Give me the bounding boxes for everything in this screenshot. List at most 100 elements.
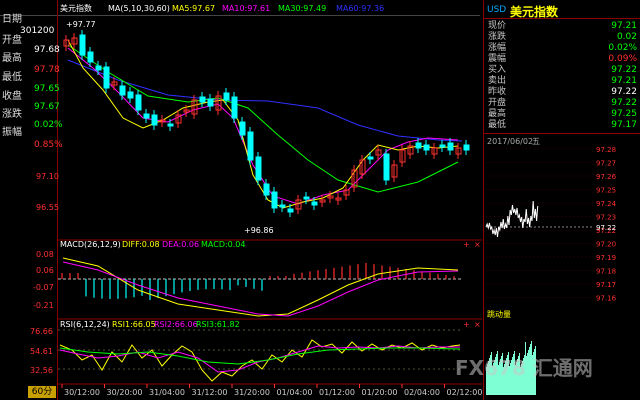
candle-body: [279, 204, 286, 208]
macd-diff-line: [62, 257, 459, 317]
x-tick-label: 31/04:00: [149, 388, 185, 397]
divider: [484, 133, 640, 134]
quote-label: 开盘: [488, 98, 507, 108]
candle-body: [423, 144, 430, 151]
quote-label: 最高: [488, 109, 507, 119]
macd-ytick: 0.06: [36, 266, 54, 275]
macd-dea: DEA:0.06: [162, 240, 199, 249]
quote-value: 97.17: [611, 120, 637, 130]
quote-label: 涨跌: [488, 32, 507, 42]
x-tick-label: 31/12:00: [192, 388, 228, 397]
open-label: 开盘: [2, 35, 22, 46]
high-label: 最高: [2, 53, 22, 64]
candlesticks: [63, 30, 470, 217]
intraday-ytick: 97.20: [596, 241, 616, 249]
price-ytick: 96.55: [36, 203, 59, 212]
candle-body: [239, 121, 246, 136]
low-marker: +96.86: [244, 226, 274, 235]
candle-body: [143, 113, 150, 119]
candle-body: [199, 96, 206, 103]
quote-value: 97.21: [611, 21, 637, 31]
macd-ytick: 0.08: [36, 250, 54, 259]
ma10-line: [67, 47, 459, 205]
candle-body: [103, 66, 110, 89]
open-value: 97.68: [34, 45, 60, 55]
rsi-label: RSI(6,12,24): [60, 320, 110, 329]
close-label: 收盘: [2, 91, 22, 102]
candle-body: [207, 98, 214, 107]
intraday-price-line: [485, 200, 539, 238]
high-marker: +97.77: [66, 20, 96, 29]
date-value: 301200: [20, 26, 55, 36]
quote-value: 97.25: [611, 109, 637, 119]
x-tick-label: 30/12:00: [64, 388, 100, 397]
rsi2-value: RSI2:66.06: [154, 320, 198, 329]
change-label: 涨跌: [2, 109, 22, 120]
candle-body: [287, 208, 294, 213]
candle-body: [463, 144, 470, 151]
candle-body: [247, 131, 254, 161]
ma30-line: [67, 44, 459, 193]
quote-label: 现价: [488, 21, 507, 31]
panel-close-icon[interactable]: +: [463, 240, 470, 249]
intraday-ytick: 97.23: [596, 214, 616, 222]
quote-value: 97.21: [611, 76, 637, 86]
rsi-ytick: 32.56: [30, 366, 53, 375]
candle-body: [383, 153, 390, 181]
macd-dea-line: [62, 261, 459, 317]
x-tick-label: 01/20:00: [362, 388, 398, 397]
quote-label: 卖出: [488, 76, 507, 86]
rsi1-value: RSI1:66.05: [112, 320, 156, 329]
candle-body: [151, 114, 158, 126]
rsi-ytick: 54.61: [30, 347, 53, 356]
quote-label: 震幅: [488, 54, 507, 64]
quote-label: 最低: [488, 120, 507, 130]
candle-body: [119, 85, 126, 96]
panel-close-icon[interactable]: +: [463, 320, 470, 329]
quote-label: 涨幅: [488, 43, 507, 53]
quote-value: 0.09%: [608, 54, 637, 64]
intraday-ref-label: 97.22: [596, 224, 616, 232]
panel-close-icon[interactable]: ×: [474, 320, 481, 329]
candle-body: [367, 156, 374, 160]
macd-ytick: -0.21: [33, 301, 54, 310]
currency-code: USD: [487, 5, 507, 15]
candle-body: [415, 142, 422, 149]
amplitude-label: 振幅: [2, 127, 22, 138]
candle-body: [255, 156, 262, 181]
intraday-ytick: 97.26: [596, 173, 617, 181]
intraday-ytick: 97.24: [596, 200, 617, 208]
ma5-line: [67, 39, 459, 209]
price-ytick: 97.10: [36, 172, 59, 181]
quote-value: 0.02%: [608, 43, 637, 53]
x-tick-label: 02/12:00: [447, 388, 483, 397]
panel-close-icon[interactable]: ×: [474, 240, 481, 249]
intraday-ytick: 97.28: [596, 146, 616, 154]
candle-body: [303, 196, 310, 200]
candle-body: [447, 142, 454, 151]
left-data-panel: 日期 301200 开盘 97.68 最高 97.78 最低 97.65 收盘 …: [0, 0, 63, 400]
intraday-ytick: 97.16: [596, 295, 617, 303]
macd-ytick: -0.07: [33, 283, 54, 292]
activity-label: 跳动量: [487, 309, 511, 319]
x-tick-label: 01/04:00: [277, 388, 313, 397]
low-value: 97.65: [34, 84, 60, 94]
macd-diff: DIFF:0.08: [122, 240, 160, 249]
candle-body: [231, 96, 238, 119]
main-chart-area[interactable]: +97.77 +96.86 MACD(26,12,9) DIFF:0.08 DE…: [58, 0, 482, 400]
rsi-ytick: 76.66: [30, 327, 53, 336]
candle-body: [87, 51, 94, 63]
timeframe-button[interactable]: 60分: [28, 386, 56, 398]
quote-value: 0.02: [616, 32, 637, 42]
date-label: 日期: [2, 14, 22, 25]
x-tick-label: 30/20:00: [107, 388, 143, 397]
divider: [484, 18, 640, 19]
intraday-ytick: 97.18: [596, 268, 616, 276]
candle-body: [271, 191, 278, 209]
candle-body: [79, 34, 86, 56]
quote-label: 昨收: [488, 87, 507, 97]
candle-body: [311, 201, 318, 206]
intraday-ytick: 97.19: [596, 254, 616, 262]
x-tick-label: 01/12:00: [319, 388, 355, 397]
candle-body: [167, 123, 174, 127]
